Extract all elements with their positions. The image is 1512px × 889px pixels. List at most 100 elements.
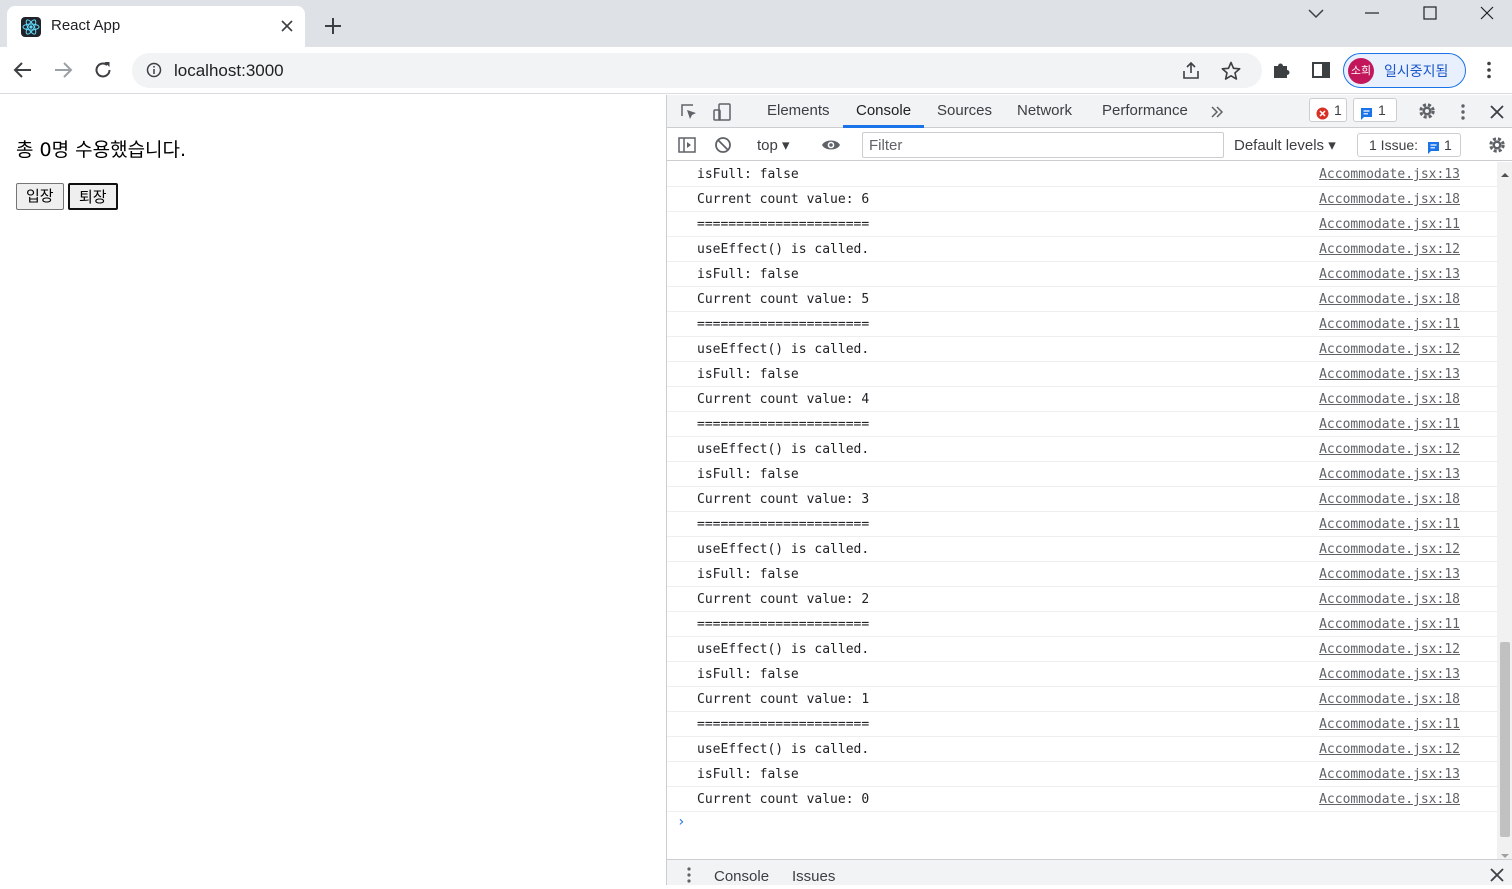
leave-button[interactable]: 퇴장 (68, 183, 118, 210)
sidebar-toggle-icon[interactable] (677, 135, 697, 155)
clear-console-icon[interactable] (713, 135, 733, 155)
browser-toolbar: localhost:3000 소희 일시중지됨 (0, 47, 1512, 94)
log-source-link[interactable]: Accommodate.jsx:12 (1319, 742, 1460, 757)
more-tabs-chevron-icon[interactable] (1207, 102, 1227, 122)
inspect-element-icon[interactable] (679, 102, 699, 122)
tab-performance[interactable]: Performance (1102, 102, 1188, 119)
log-levels-select[interactable]: Default levels ▾ (1234, 136, 1336, 154)
console-log-row: isFull: false Accommodate.jsx:13 (667, 562, 1497, 587)
console-log-row: ====================== Accommodate.jsx:11 (667, 412, 1497, 437)
log-source-link[interactable]: Accommodate.jsx:13 (1319, 367, 1460, 382)
scrollbar-thumb[interactable] (1500, 642, 1510, 837)
tab-network[interactable]: Network (1017, 102, 1072, 119)
devtools-drawer: Console Issues (667, 859, 1512, 885)
kebab-menu-icon[interactable] (1478, 59, 1500, 81)
console-log-area[interactable]: › isFull: false Accommodate.jsx:13 Current… (667, 162, 1497, 860)
console-log-row: isFull: false Accommodate.jsx:13 (667, 262, 1497, 287)
log-source-link[interactable]: Accommodate.jsx:11 (1319, 717, 1460, 732)
log-source-link[interactable]: Accommodate.jsx:13 (1319, 667, 1460, 682)
log-source-link[interactable]: Accommodate.jsx:12 (1319, 442, 1460, 457)
log-source-link[interactable]: Accommodate.jsx:18 (1319, 392, 1460, 407)
log-message: isFull: false (697, 667, 799, 682)
device-toolbar-icon[interactable] (712, 102, 732, 122)
devtools-tabbar: Elements Console Sources Network Perform… (667, 95, 1512, 128)
site-info-icon[interactable] (146, 62, 162, 78)
customize-kebab-icon[interactable] (1453, 102, 1473, 122)
log-source-link[interactable]: Accommodate.jsx:13 (1319, 767, 1460, 782)
log-source-link[interactable]: Accommodate.jsx:13 (1319, 167, 1460, 182)
issues-button[interactable]: 1 Issue: 1 (1357, 133, 1461, 157)
close-devtools-icon[interactable] (1487, 102, 1507, 122)
log-source-link[interactable]: Accommodate.jsx:18 (1319, 192, 1460, 207)
close-tab-icon[interactable] (277, 16, 297, 36)
log-source-link[interactable]: Accommodate.jsx:11 (1319, 317, 1460, 332)
tab-console[interactable]: Console (856, 102, 911, 119)
drawer-tab-console[interactable]: Console (714, 868, 769, 885)
log-source-link[interactable]: Accommodate.jsx:18 (1319, 692, 1460, 707)
message-count-badge[interactable]: 1 (1353, 98, 1397, 122)
window-close-icon[interactable] (1467, 0, 1507, 30)
log-source-link[interactable]: Accommodate.jsx:11 (1319, 217, 1460, 232)
console-prompt[interactable]: › (677, 814, 685, 830)
log-source-link[interactable]: Accommodate.jsx:11 (1319, 617, 1460, 632)
drawer-menu-kebab-icon[interactable] (679, 865, 699, 885)
enter-button[interactable]: 입장 (16, 183, 64, 210)
browser-tab[interactable]: React App (7, 6, 305, 47)
log-source-link[interactable]: Accommodate.jsx:12 (1319, 342, 1460, 357)
minimize-icon[interactable] (1352, 0, 1392, 30)
log-message: isFull: false (697, 367, 799, 382)
log-source-link[interactable]: Accommodate.jsx:12 (1319, 242, 1460, 257)
log-source-link[interactable]: Accommodate.jsx:12 (1319, 642, 1460, 657)
console-filter-bar: top ▾ Default levels ▾ 1 Issue: 1 (667, 129, 1512, 161)
context-selector[interactable]: top ▾ (757, 136, 790, 154)
log-message: useEffect() is called. (697, 342, 870, 357)
log-source-link[interactable]: Accommodate.jsx:13 (1319, 267, 1460, 282)
log-source-link[interactable]: Accommodate.jsx:18 (1319, 792, 1460, 807)
address-bar[interactable]: localhost:3000 (132, 53, 1262, 88)
scroll-down-arrow-icon[interactable] (1500, 846, 1510, 858)
tab-search-chevron-icon[interactable] (1296, 0, 1336, 30)
console-log-row: ====================== Accommodate.jsx:11 (667, 312, 1497, 337)
new-tab-icon[interactable] (322, 15, 344, 37)
console-log-row: useEffect() is called. Accommodate.jsx:12 (667, 337, 1497, 362)
log-message: ====================== (697, 217, 870, 232)
error-icon (1316, 104, 1329, 120)
reload-icon[interactable] (92, 59, 114, 81)
drawer-tab-issues[interactable]: Issues (792, 868, 835, 885)
console-log-row: ====================== Accommodate.jsx:11 (667, 212, 1497, 237)
console-scrollbar[interactable] (1497, 162, 1512, 860)
extensions-puzzle-icon[interactable] (1270, 59, 1292, 81)
scroll-up-arrow-icon[interactable] (1500, 165, 1510, 177)
log-source-link[interactable]: Accommodate.jsx:18 (1319, 492, 1460, 507)
error-count-badge[interactable]: 1 (1309, 98, 1347, 122)
log-source-link[interactable]: Accommodate.jsx:18 (1319, 292, 1460, 307)
live-expression-eye-icon[interactable] (821, 135, 841, 155)
log-message: useEffect() is called. (697, 642, 870, 657)
log-source-link[interactable]: Accommodate.jsx:12 (1319, 542, 1460, 557)
tab-elements[interactable]: Elements (767, 102, 830, 119)
maximize-icon[interactable] (1410, 0, 1450, 30)
log-source-link[interactable]: Accommodate.jsx:13 (1319, 467, 1460, 482)
console-settings-gear-icon[interactable] (1487, 135, 1507, 155)
console-log-row: useEffect() is called. Accommodate.jsx:12 (667, 637, 1497, 662)
close-drawer-icon[interactable] (1487, 865, 1507, 885)
context-value: top (757, 137, 778, 154)
share-icon[interactable] (1180, 60, 1202, 82)
console-log-row: Current count value: 1 Accommodate.jsx:18 (667, 687, 1497, 712)
profile-button[interactable]: 소희 일시중지됨 (1343, 53, 1466, 88)
log-source-link[interactable]: Accommodate.jsx:18 (1319, 592, 1460, 607)
log-source-link[interactable]: Accommodate.jsx:13 (1319, 567, 1460, 582)
forward-arrow-icon[interactable] (52, 59, 74, 81)
log-source-link[interactable]: Accommodate.jsx:11 (1319, 517, 1460, 532)
console-log-row: isFull: false Accommodate.jsx:13 (667, 162, 1497, 187)
bookmark-star-icon[interactable] (1220, 60, 1242, 82)
side-panel-icon[interactable] (1310, 59, 1332, 81)
back-arrow-icon[interactable] (12, 59, 34, 81)
filter-input[interactable] (862, 132, 1224, 158)
log-message: Current count value: 5 (697, 292, 870, 307)
message-count: 1 (1378, 102, 1386, 118)
tab-sources[interactable]: Sources (937, 102, 992, 119)
settings-gear-icon[interactable] (1417, 101, 1437, 121)
devtools-panel: Elements Console Sources Network Perform… (666, 95, 1512, 885)
log-source-link[interactable]: Accommodate.jsx:11 (1319, 417, 1460, 432)
